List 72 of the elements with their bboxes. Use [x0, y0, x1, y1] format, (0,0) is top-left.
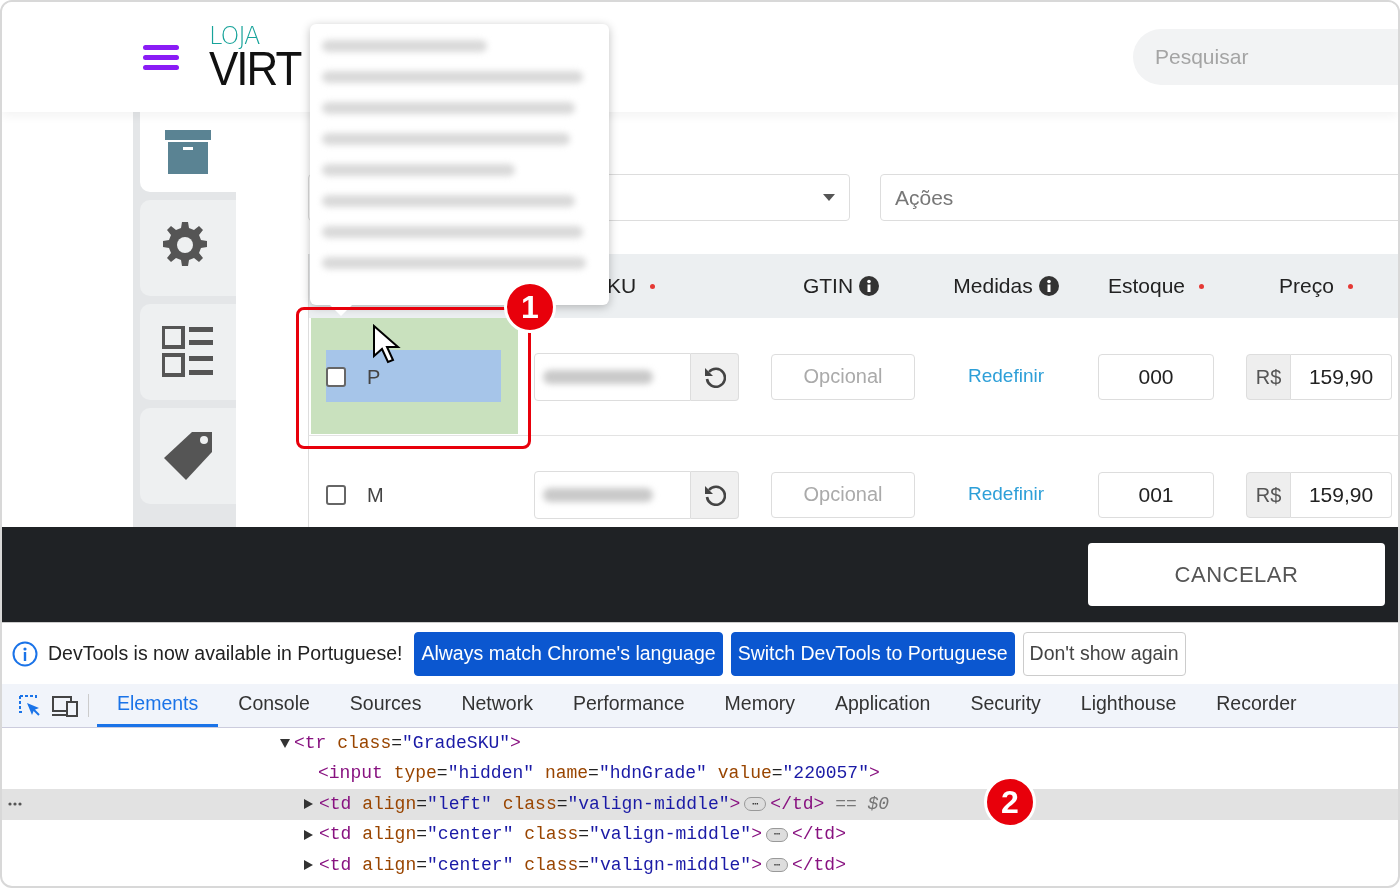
price-field[interactable]: 159,90 — [1291, 353, 1392, 400]
sidebar-item[interactable] — [140, 200, 236, 296]
devtools-tab[interactable]: Performance — [552, 684, 705, 727]
devtools-tab[interactable]: Network — [441, 684, 553, 727]
row-checkbox[interactable] — [326, 484, 346, 505]
collapse-arrow-icon[interactable] — [304, 860, 313, 871]
sidebar-item[interactable] — [140, 408, 236, 504]
list-grid-icon — [162, 326, 214, 378]
dom-code-line: <td align="center" class="valign-middle"> — [319, 823, 762, 847]
devtools-tab[interactable]: Memory — [704, 684, 815, 727]
devtools-tab[interactable]: Console — [218, 684, 330, 727]
archive-box-icon — [165, 130, 211, 174]
ellipsis-button[interactable]: ⋯ — [765, 858, 788, 873]
search-field[interactable]: Pesquisar — [1133, 29, 1398, 85]
collapse-arrow-icon[interactable] — [304, 829, 313, 840]
info-icon[interactable] — [859, 276, 880, 296]
reset-button[interactable] — [691, 352, 739, 401]
dom-code-line: <td align="left" class="valign-middle"> — [319, 792, 741, 816]
info-icon — [12, 640, 38, 667]
refresh-icon — [703, 365, 726, 388]
infobar-button[interactable]: Always match Chrome's language — [414, 631, 723, 676]
inspect-icon[interactable] — [18, 693, 42, 718]
column-header: Estoque — [1107, 273, 1186, 300]
cursor-icon — [372, 324, 402, 366]
devtools-tab[interactable]: Elements — [97, 684, 219, 727]
cancel-button[interactable]: CANCELAR — [1088, 543, 1385, 606]
column-header: GTIN — [802, 273, 854, 300]
refresh-icon — [703, 483, 726, 506]
gtin-field[interactable]: Opcional — [771, 353, 915, 400]
expand-arrow-icon[interactable] — [280, 738, 290, 748]
annotation-marker: 2 — [984, 776, 1036, 828]
device-icon[interactable] — [52, 693, 80, 718]
dom-code-line: <tr class="GradeSKU"> — [294, 731, 521, 755]
dom-code-line: </td> — [791, 823, 846, 847]
infobar-button[interactable]: Switch DevTools to Portuguese — [730, 631, 1015, 676]
devtools-tab[interactable]: Security — [950, 684, 1061, 727]
select-field[interactable]: Ações — [880, 174, 1398, 221]
devtools-tab[interactable]: Lighthouse — [1060, 684, 1197, 727]
infobar-button[interactable]: Don't show again — [1022, 631, 1186, 676]
dom-code-line: <td align="center" class="valign-middle"> — [319, 853, 762, 877]
info-icon[interactable] — [1038, 276, 1059, 296]
gtin-field[interactable]: Opcional — [771, 471, 915, 518]
row-checkbox[interactable] — [326, 366, 346, 387]
ellipsis-button[interactable]: ⋯ — [744, 797, 767, 812]
menu-icon[interactable] — [143, 43, 179, 71]
stock-field[interactable]: 000 — [1098, 353, 1214, 400]
devtools-tab[interactable]: Application — [815, 684, 951, 727]
tag-icon — [162, 430, 214, 482]
collapse-arrow-icon[interactable] — [304, 799, 313, 810]
devtools-tab[interactable]: Recorder — [1196, 684, 1317, 727]
sku-field[interactable] — [534, 352, 691, 401]
caret-icon — [823, 194, 835, 201]
stock-field[interactable]: 001 — [1098, 471, 1214, 518]
sku-field[interactable] — [534, 470, 691, 519]
infobar-message: DevTools is now available in Portuguese! — [48, 640, 403, 666]
currency-label: R$ — [1246, 353, 1291, 400]
more-dots-icon[interactable] — [8, 802, 22, 806]
dom-code-line: </td> == $0 — [770, 792, 890, 816]
row-label: P — [367, 364, 381, 390]
devtools-tab[interactable]: Sources — [329, 684, 442, 727]
row-label: M — [367, 482, 384, 508]
currency-label: R$ — [1246, 471, 1291, 518]
dom-code-line: </td> — [791, 853, 846, 877]
dom-code-line: <input type="hidden" name="hdnGrade" value="220057"> — [318, 762, 880, 786]
ellipsis-button[interactable]: ⋯ — [765, 827, 788, 842]
column-header: Medidas — [953, 273, 1033, 300]
reset-button[interactable] — [691, 470, 739, 519]
sidebar-item[interactable] — [140, 112, 236, 192]
price-field[interactable]: 159,90 — [1291, 471, 1392, 518]
sidebar-item[interactable] — [140, 304, 236, 400]
column-header: Preço — [1279, 273, 1334, 300]
column-header: KU — [607, 273, 637, 300]
